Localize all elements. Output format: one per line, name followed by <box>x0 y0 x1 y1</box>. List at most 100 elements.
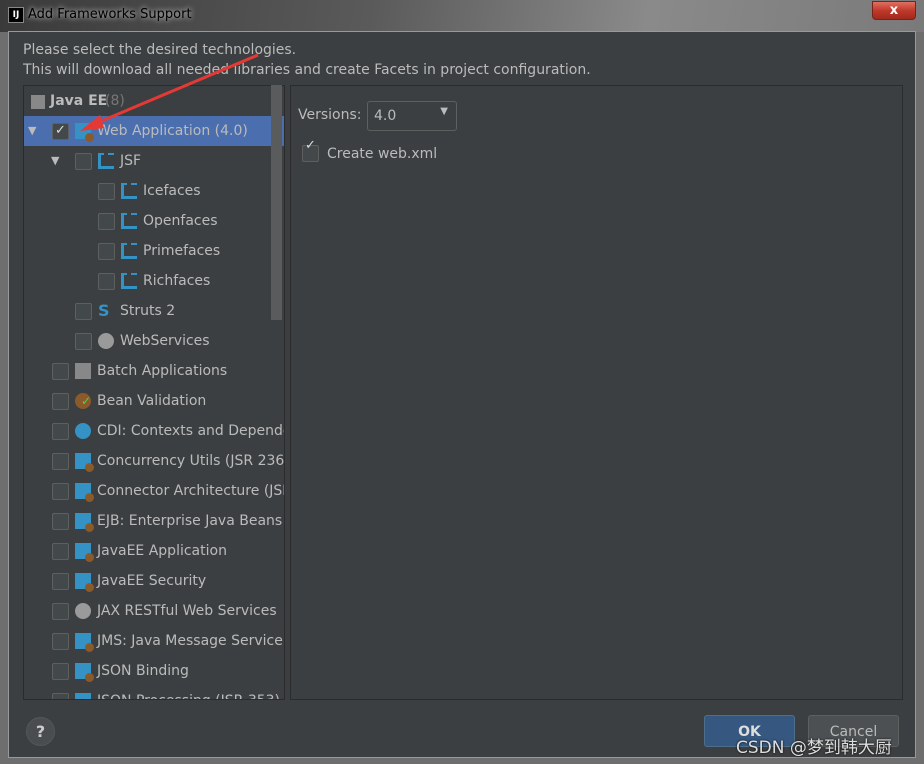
item-label: Batch Applications <box>97 363 228 379</box>
expand-arrow-icon[interactable]: ▼ <box>51 146 59 176</box>
tree-item[interactable]: Concurrency Utils (JSR 236) <box>24 446 285 476</box>
item-label: CDI: Contexts and Dependency Injection <box>97 423 284 439</box>
struts-icon: S <box>98 301 110 320</box>
item-label: Struts 2 <box>120 303 176 319</box>
tree-item[interactable]: EJB: Enterprise Java Beans <box>24 506 284 536</box>
tree-item[interactable]: ✓ Bean Validation <box>24 386 284 416</box>
tree-item[interactable]: Icefaces <box>24 176 284 206</box>
tree-item[interactable]: Openfaces <box>24 206 284 236</box>
help-button[interactable]: ? <box>26 717 55 746</box>
item-checkbox[interactable] <box>75 303 92 320</box>
javaee-group-icon <box>31 95 45 109</box>
tree-item[interactable]: Richfaces <box>24 266 284 296</box>
item-checkbox[interactable] <box>52 633 69 650</box>
globe-icon <box>98 333 114 349</box>
versions-value: 4.0 <box>374 108 397 124</box>
tree-item[interactable]: JMS: Java Message Service <box>24 626 284 656</box>
item-label: JSON Processing (JSR 353) <box>97 686 280 699</box>
tree-scrollbar[interactable] <box>271 85 282 320</box>
bean-badge-icon <box>85 553 94 562</box>
expand-arrow-icon[interactable]: ▼ <box>28 116 36 146</box>
item-label: JSF <box>120 153 142 169</box>
tree-item[interactable]: JAX RESTful Web Services <box>24 596 284 626</box>
description-line-2: This will download all needed libraries … <box>23 62 591 78</box>
tree-item[interactable]: CDI: Contexts and Dependency Injection <box>24 416 284 446</box>
item-checkbox[interactable] <box>75 153 92 170</box>
jsf-icon <box>121 183 137 199</box>
item-checkbox[interactable] <box>98 213 115 230</box>
item-label: Web Application (4.0) <box>97 123 248 139</box>
javaee-module-icon <box>75 633 94 652</box>
tree-item[interactable]: S Struts 2 <box>24 296 284 326</box>
bean-badge-icon <box>85 523 94 532</box>
item-checkbox[interactable] <box>52 603 69 620</box>
globe-icon <box>75 603 91 619</box>
item-label: JSON Binding <box>97 663 189 679</box>
javaee-module-icon <box>75 693 91 699</box>
group-header-java-ee: Java EE (8) <box>24 86 284 116</box>
item-label: Primefaces <box>143 243 221 259</box>
item-checkbox[interactable] <box>75 333 92 350</box>
jsf-icon <box>98 153 114 169</box>
item-checkbox[interactable] <box>52 393 69 410</box>
item-checkbox[interactable] <box>52 573 69 590</box>
group-label: Java EE <box>50 93 108 109</box>
javaee-module-icon <box>75 663 94 682</box>
item-checkbox[interactable] <box>98 183 115 200</box>
item-checkbox[interactable] <box>52 116 69 146</box>
item-label: Concurrency Utils (JSR 236) <box>97 453 285 469</box>
item-checkbox[interactable] <box>52 363 69 380</box>
item-checkbox[interactable] <box>52 693 69 699</box>
tree-item[interactable]: JSON Processing (JSR 353) <box>24 686 284 699</box>
item-label: Icefaces <box>143 183 201 199</box>
item-checkbox[interactable] <box>52 543 69 560</box>
window-title: Add Frameworks Support <box>28 7 192 22</box>
versions-label: Versions: <box>298 107 362 123</box>
tree-item[interactable]: ▼ JSF <box>24 146 284 176</box>
watermark: CSDN @梦到韩大厨 <box>736 738 892 758</box>
item-checkbox[interactable] <box>52 483 69 500</box>
group-count: (8) <box>105 93 125 109</box>
bean-badge-icon <box>85 493 94 502</box>
close-button[interactable]: x <box>872 1 916 20</box>
create-webxml-checkbox[interactable] <box>302 138 319 162</box>
intellij-icon: IJ <box>8 7 24 23</box>
item-checkbox[interactable] <box>98 273 115 290</box>
tree-item[interactable]: Connector Architecture (JSR 322) <box>24 476 284 506</box>
description-line-1: Please select the desired technologies. <box>23 42 297 58</box>
bean-badge-icon <box>85 463 94 472</box>
item-checkbox[interactable] <box>52 513 69 530</box>
tree-item[interactable]: JSON Binding <box>24 656 284 686</box>
item-checkbox[interactable] <box>52 663 69 680</box>
create-webxml-label: Create web.xml <box>327 146 438 162</box>
bean-validation-icon: ✓ <box>75 393 91 409</box>
versions-dropdown[interactable]: 4.0 ▼ <box>367 101 457 131</box>
chevron-down-icon: ▼ <box>440 106 448 117</box>
tree-item[interactable]: Primefaces <box>24 236 284 266</box>
cdi-icon <box>75 423 91 439</box>
tree-item[interactable]: Batch Applications <box>24 356 284 386</box>
item-checkbox[interactable] <box>52 453 69 470</box>
item-label: Richfaces <box>143 273 211 289</box>
item-checkbox[interactable] <box>52 423 69 440</box>
jsf-icon <box>121 243 137 259</box>
item-label: JMS: Java Message Service <box>97 633 283 649</box>
javaee-module-icon <box>75 483 94 502</box>
item-label: WebServices <box>120 333 210 349</box>
settings-panel <box>290 85 903 700</box>
javaee-app-icon <box>75 543 94 562</box>
bean-badge-icon <box>85 673 94 682</box>
tree-item[interactable]: WebServices <box>24 326 284 356</box>
tree-item[interactable]: JavaEE Application <box>24 536 284 566</box>
tree-item[interactable]: ▼ Web Application (4.0) <box>24 116 284 146</box>
javaee-module-icon <box>75 513 94 532</box>
item-checkbox[interactable] <box>98 243 115 260</box>
jsf-icon <box>121 273 137 289</box>
javaee-module-icon <box>75 453 94 472</box>
javaee-module-icon <box>75 573 94 592</box>
item-label: JavaEE Security <box>97 573 207 589</box>
item-label: JAX RESTful Web Services <box>97 603 277 619</box>
tree-item[interactable]: JavaEE Security <box>24 566 284 596</box>
frameworks-tree[interactable]: Java EE (8) ▼ Web Application (4.0) ▼ JSFIc… <box>23 85 285 700</box>
bean-badge-icon <box>85 133 94 142</box>
